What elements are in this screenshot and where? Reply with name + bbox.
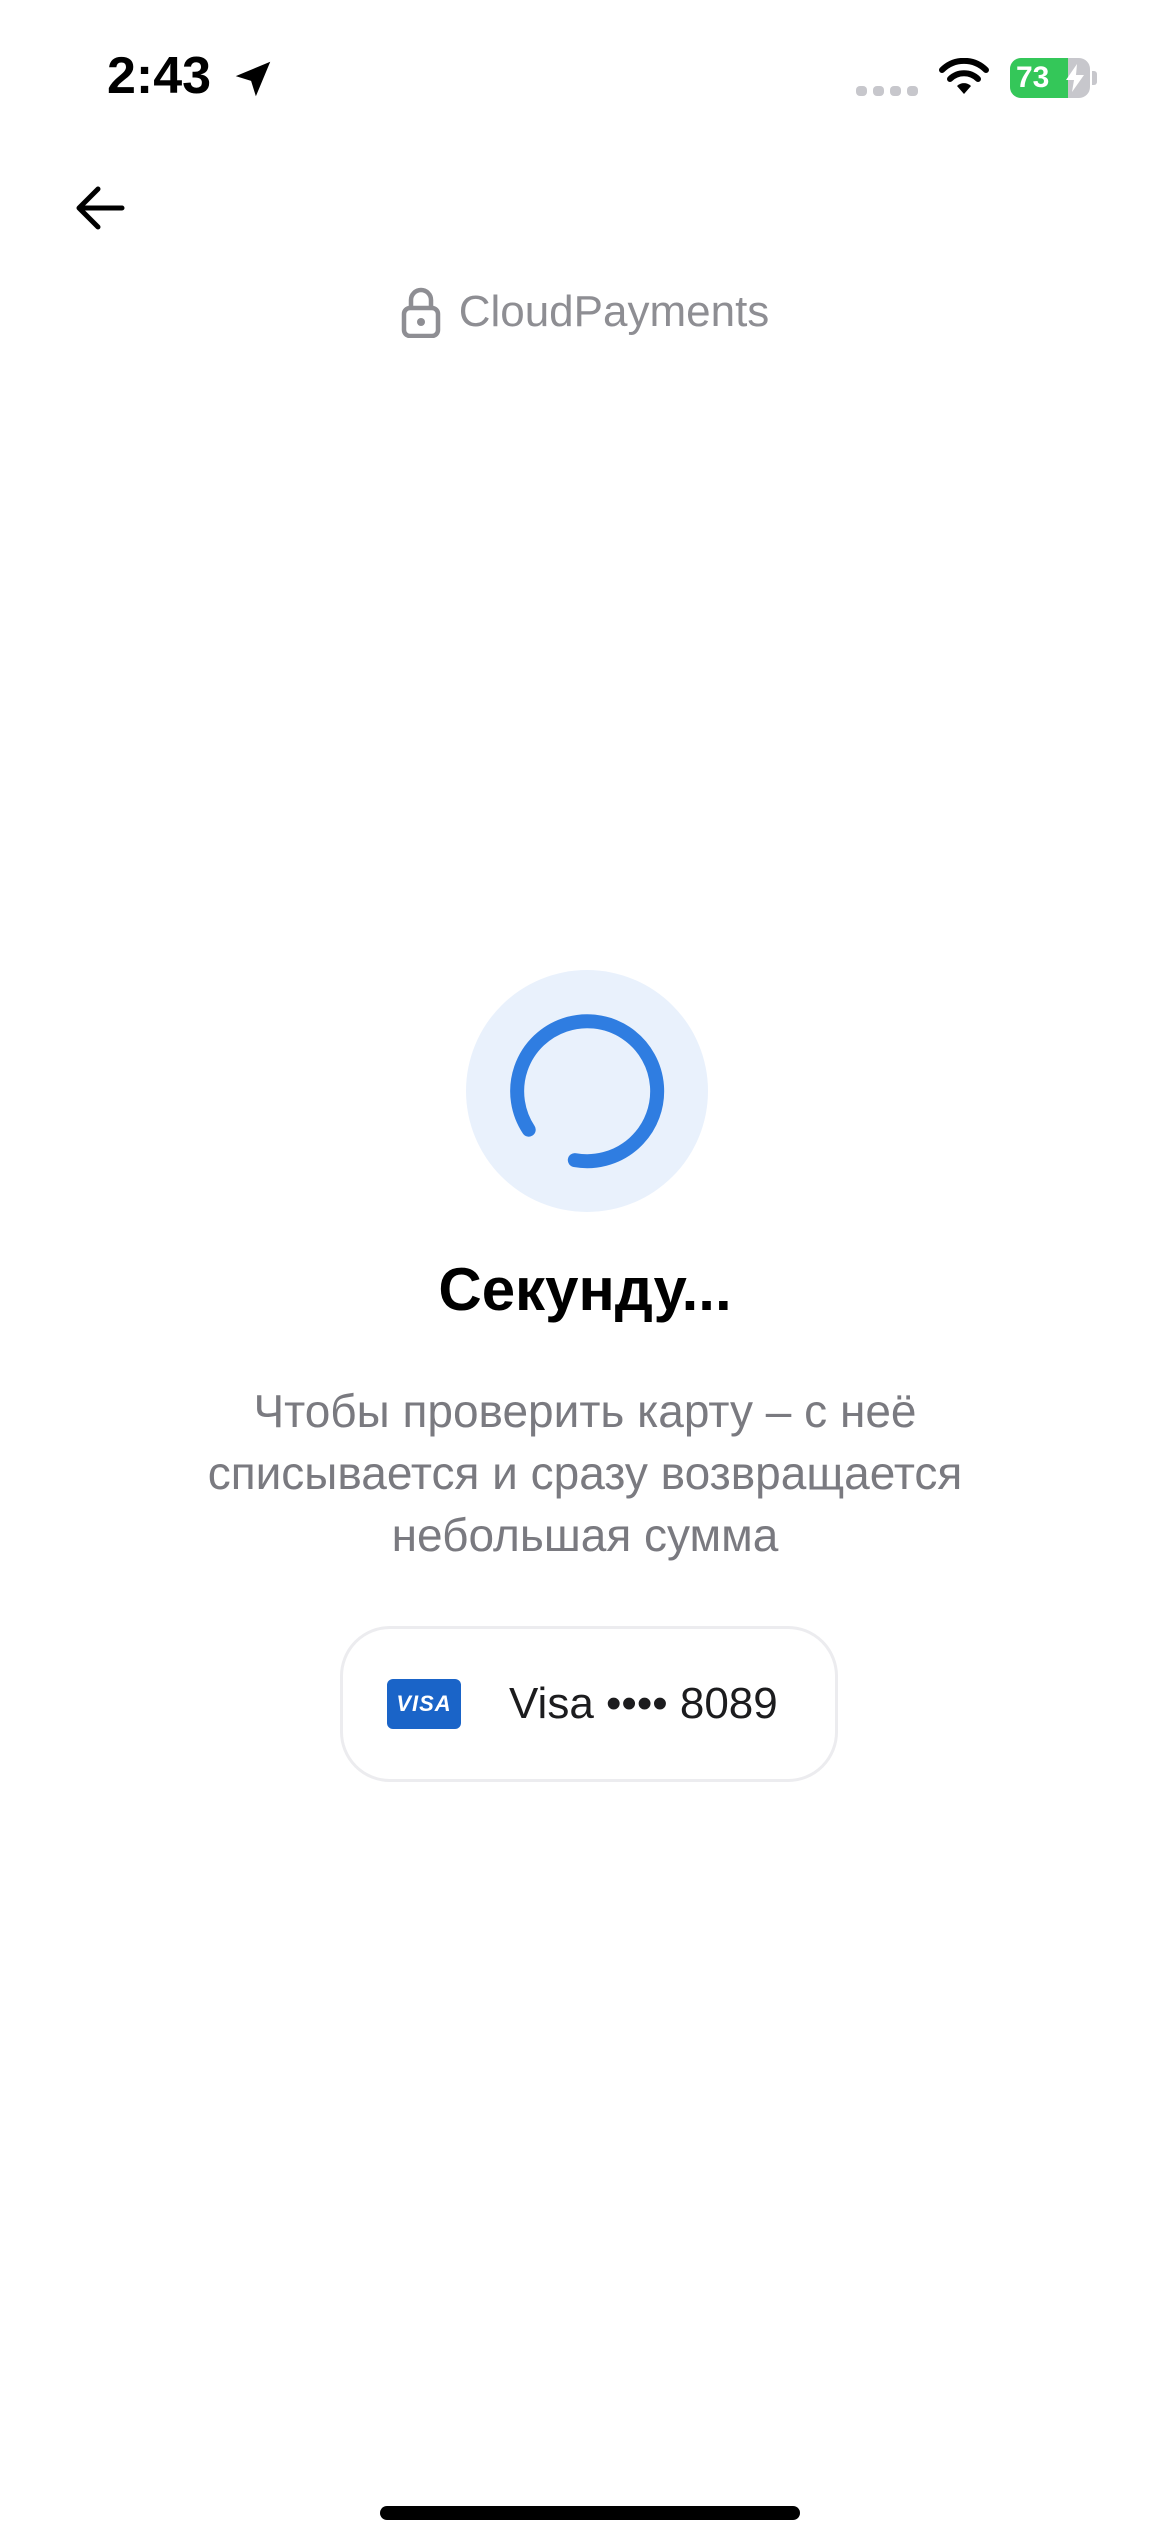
status-time: 2:43 [107,47,212,105]
location-arrow-icon [235,61,271,97]
selected-card: VISA Visa •••• 8089 [340,1626,838,1782]
wifi-icon [939,58,989,94]
visa-logo-icon: VISA [387,1679,461,1729]
back-button[interactable] [60,168,140,248]
card-number-label: Visa •••• 8089 [509,1679,778,1728]
charging-bolt-icon [1066,64,1084,92]
home-indicator[interactable] [380,2506,800,2520]
merchant-name: CloudPayments [458,287,770,336]
description-text: Чтобы проверить карту – с неё списываетс… [207,1385,963,1561]
arrow-left-icon [76,186,125,230]
page-title: Секунду... [438,1256,732,1323]
battery-body: 73 [1010,58,1090,98]
battery-level-text: 73 [1016,61,1050,94]
battery-indicator: 73 [1010,58,1097,98]
battery-cap [1092,71,1097,85]
merchant-header: CloudPayments [0,282,1170,342]
lock-icon [401,287,440,338]
spinner-icon [510,1014,665,1169]
loader [466,970,708,1212]
payment-verification-screen: 2:43 73 CloudPayments Секунду... Чтобы п… [0,0,1170,2532]
cellular-signal-icon [856,86,918,96]
status-bar: 2:43 73 [0,0,1170,150]
